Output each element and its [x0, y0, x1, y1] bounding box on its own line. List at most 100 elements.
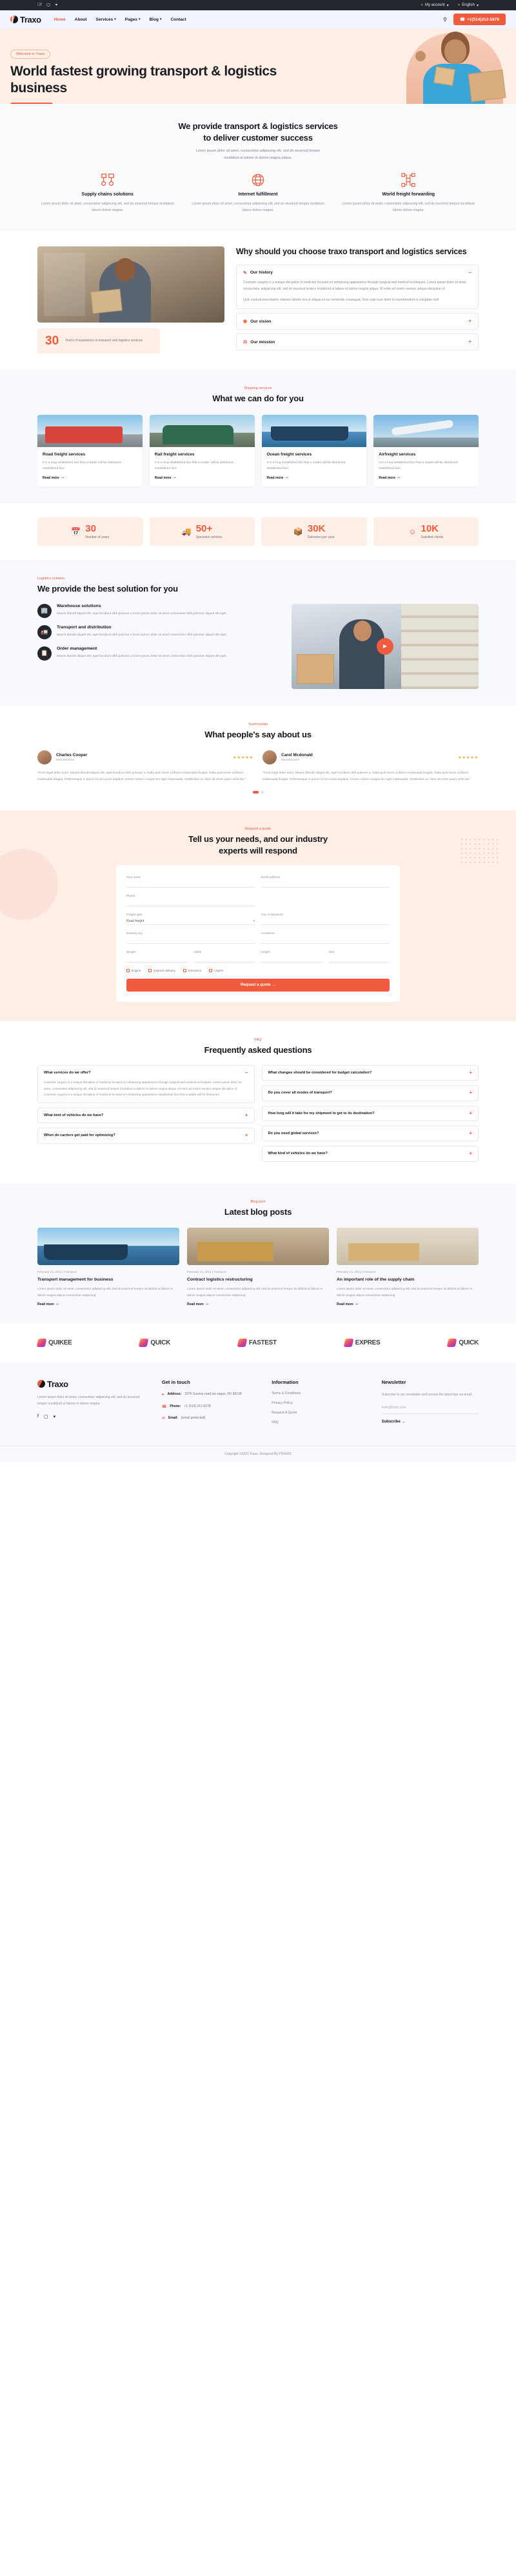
field-delivery-city[interactable]: Delivery city — [126, 932, 255, 944]
accordion-toggle-icon[interactable]: − — [468, 270, 471, 275]
checkbox-insurance[interactable]: Insurance — [183, 969, 201, 973]
faq-item[interactable]: What services do we offer? − Cosmetic sur… — [37, 1064, 255, 1104]
nav-item-contact[interactable]: Contact — [170, 17, 186, 22]
footer-link-request-quote[interactable]: Request A Quote — [272, 1411, 368, 1415]
nav-item-services[interactable]: Services ▾ — [96, 17, 116, 22]
field-size[interactable]: Size — [328, 950, 390, 963]
chevron-down-icon: ▾ — [114, 17, 116, 21]
field-city-departure[interactable]: City of departure — [261, 913, 390, 926]
facebook-icon[interactable]: f — [37, 1414, 39, 1419]
faq-item[interactable]: What changes should be considered for bu… — [261, 1064, 479, 1081]
nav-item-home[interactable]: Home — [54, 17, 66, 22]
field-incoterms[interactable]: Incoterms — [261, 932, 390, 944]
checkbox-engine[interactable]: Engine — [126, 969, 141, 973]
service-card-road[interactable]: Road freight services It is a long estab… — [37, 414, 143, 487]
request-quote-button[interactable]: Request a quote → — [126, 979, 390, 992]
service-card-air[interactable]: Airfreight services It is a long establi… — [373, 414, 479, 487]
footer-email[interactable]: ✉ Email: [email protected] — [162, 1415, 259, 1423]
footer-phone[interactable]: ☎ Phone: +1 (514) 312-5678 — [162, 1404, 259, 1411]
faq-toggle-icon[interactable]: + — [245, 1133, 248, 1138]
chevron-down-icon: ▾ — [476, 3, 479, 8]
faq-toggle-icon[interactable]: + — [469, 1151, 472, 1156]
read-more-link[interactable]: Read more ➞ — [155, 476, 250, 480]
footer-link-faq[interactable]: FAQ — [272, 1421, 368, 1424]
field-freight-type[interactable]: Freight type Road freight — [126, 913, 255, 926]
accordion-toggle-icon[interactable]: + — [468, 319, 471, 324]
newsletter-email-input[interactable]: hello@traxo.com — [381, 1406, 479, 1415]
service-card-rail[interactable]: Rail freight services It is a long estab… — [149, 414, 255, 487]
main-menu: Home About Services ▾ Pages ▾ Blog ▾ Contac… — [54, 17, 186, 22]
field-height[interactable]: Height — [261, 950, 322, 963]
read-more-link[interactable]: Read more ➞ — [43, 476, 137, 480]
search-icon[interactable]: ⚲ — [443, 17, 447, 23]
calendar-icon: 📅 — [71, 527, 81, 537]
carousel-dots[interactable] — [37, 791, 479, 794]
feature-supply-chains[interactable]: Supply chains solutions Lorem ipsum dolo… — [37, 173, 177, 214]
hero-cta-button[interactable]: Request quote — [10, 103, 53, 104]
faq-item[interactable]: Do you need global services? + — [261, 1125, 479, 1142]
read-more-link[interactable]: Read more ➞ — [337, 1303, 479, 1306]
brand-logo-fastest: FASTEST — [237, 1338, 277, 1347]
instagram-icon[interactable]: ▢ — [46, 3, 50, 7]
play-icon[interactable]: ▶ — [377, 637, 393, 655]
twitter-icon[interactable]: ▾ — [54, 1414, 56, 1419]
feature-title: Supply chains solutions — [81, 192, 134, 197]
faq-toggle-icon[interactable]: + — [469, 1090, 472, 1095]
language-link[interactable]: ● English ▾ — [458, 3, 479, 8]
faq-toggle-icon[interactable]: + — [469, 1070, 472, 1075]
top-bar: f ▢ ▾ ●My account ▾ ●English ▾ — [0, 0, 516, 10]
faq-item[interactable]: Do you cover all modes of transport? + — [261, 1085, 479, 1101]
field-your-name[interactable]: Your name — [126, 875, 255, 888]
checkbox-express-delivery[interactable]: Express delivery — [148, 969, 175, 973]
nav-item-about[interactable]: About — [75, 17, 87, 22]
feature-freight-forwarding[interactable]: World freight forwarding Lorem ipsum dol… — [339, 173, 479, 214]
blog-post-card[interactable]: February 12, 2021 | Transport An importa… — [337, 1228, 479, 1306]
faq-toggle-icon[interactable]: + — [469, 1110, 472, 1116]
faq-toggle-icon[interactable]: − — [245, 1070, 248, 1075]
field-email[interactable]: Email address — [261, 875, 390, 888]
field-weight[interactable]: Weight — [126, 950, 188, 963]
subscribe-button[interactable]: Subscribe → — [382, 1420, 479, 1424]
mission-icon: ⚖ — [243, 340, 248, 345]
checkbox-urgent[interactable]: Urgent — [209, 969, 223, 973]
phone-icon: ☎ — [161, 1404, 167, 1409]
faq-answer: Cosmetic surgery is a unique discipline … — [44, 1081, 241, 1097]
accordion-our-mission[interactable]: ⚖ Our mission + — [236, 334, 479, 351]
read-more-link[interactable]: Read more ➞ — [187, 1303, 329, 1306]
faq-toggle-icon[interactable]: + — [469, 1130, 472, 1136]
faq-item[interactable]: What kind of vehicles do we have? + — [37, 1108, 255, 1124]
solution-warehouse[interactable]: 🏢 Warehouse solutions Mauris blandit ali… — [37, 603, 280, 618]
phone-cta-button[interactable]: ☎ +1(514)312-5878 — [453, 14, 506, 25]
instagram-icon[interactable]: ▢ — [44, 1414, 48, 1419]
read-more-link[interactable]: Read more ➞ — [267, 476, 362, 480]
blog-post-card[interactable]: February 12, 2021 | Transport Contract l… — [187, 1228, 329, 1306]
accordion-our-history[interactable]: ✎ Our history − Cosmetic surgery is a un… — [236, 264, 479, 310]
facebook-icon[interactable]: f — [37, 3, 41, 7]
faq-item[interactable]: When do carriers get paid for optimizing… — [37, 1128, 255, 1144]
read-more-link[interactable]: Read more ➞ — [37, 1303, 179, 1306]
twitter-icon[interactable]: ▾ — [55, 3, 57, 7]
solution-transport[interactable]: 🚛 Transport and distribution Mauris blan… — [37, 624, 280, 639]
faq-item[interactable]: How long will it take for my shipment to… — [261, 1105, 479, 1121]
site-logo[interactable]: Traxo — [9, 14, 41, 25]
blog-post-card[interactable]: February 12, 2021 | Transport Transport … — [37, 1228, 179, 1306]
faq-toggle-icon[interactable]: + — [245, 1113, 248, 1118]
carousel-dot-1[interactable] — [252, 791, 259, 794]
field-phone[interactable]: Phone — [126, 894, 255, 907]
accordion-toggle-icon[interactable]: + — [468, 339, 471, 344]
footer-logo[interactable]: Traxo — [36, 1379, 149, 1389]
email-icon: ✉ — [161, 1417, 165, 1421]
footer-link-terms[interactable]: Terms & Conditions — [272, 1392, 368, 1395]
faq-item[interactable]: What kind of vehicles do we have? + — [261, 1146, 479, 1162]
field-width[interactable]: Width — [194, 950, 255, 963]
nav-item-pages[interactable]: Pages ▾ — [125, 17, 141, 22]
my-account-link[interactable]: ● My account ▾ — [421, 3, 448, 8]
service-card-ocean[interactable]: Ocean freight services It is a long esta… — [261, 414, 367, 487]
feature-internet-fulfillment[interactable]: Internet fulfillment Lorem ipsum dolor s… — [188, 173, 328, 214]
read-more-link[interactable]: Read more ➞ — [379, 476, 473, 480]
accordion-our-vision[interactable]: ◉ Our vision + — [236, 313, 479, 330]
carousel-dot-2[interactable] — [261, 791, 264, 794]
footer-link-privacy[interactable]: Privacy Policy — [272, 1401, 368, 1405]
nav-item-blog[interactable]: Blog ▾ — [149, 17, 161, 22]
solution-order[interactable]: 📋 Order management Mauris blandit alique… — [37, 646, 280, 661]
